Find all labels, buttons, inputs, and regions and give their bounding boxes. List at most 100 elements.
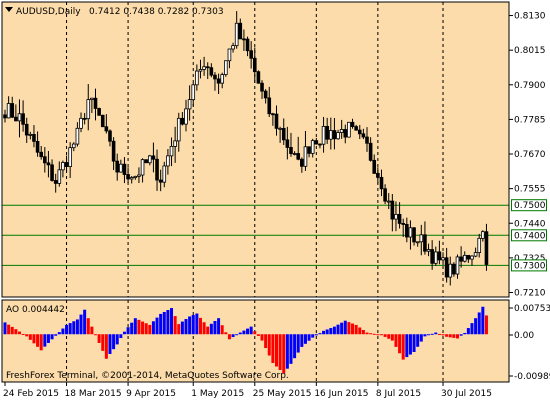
ao-bar (108, 334, 112, 354)
candle-body (43, 156, 47, 164)
candle-body (24, 123, 29, 136)
candle-body (97, 108, 101, 116)
date-tick-label: 8 Jul 2015 (376, 389, 421, 399)
ao-bar (227, 334, 231, 340)
candle-body (263, 90, 268, 99)
ao-bar (130, 322, 134, 335)
ao-bar (122, 331, 126, 335)
date-tick-label: 24 Feb 2015 (3, 389, 59, 399)
candle-body (321, 125, 326, 145)
ao-bar (448, 334, 452, 338)
candle-body (64, 162, 69, 167)
ao-bar (180, 321, 184, 335)
ao-bar (347, 322, 351, 335)
candle-body (184, 108, 188, 125)
candle-body (470, 255, 474, 260)
ao-bar (10, 326, 14, 335)
candle-body (481, 231, 485, 239)
ao-bar (231, 334, 235, 338)
level-tag-label: 0.7500 (514, 201, 546, 211)
candle-body (75, 127, 80, 145)
symbol-label: AUDUSD,Daily (16, 7, 81, 17)
ao-bar (188, 316, 192, 335)
candle-body (285, 139, 290, 148)
candle-body (437, 251, 442, 261)
ao-chart-area[interactable] (2, 300, 509, 382)
level-tag-label: 0.7400 (514, 231, 546, 241)
ao-bar (408, 334, 412, 355)
ao-bar (264, 334, 268, 349)
ao-bar (358, 327, 362, 335)
candle-body (176, 117, 181, 142)
ao-bar (75, 319, 79, 335)
ao-bar (372, 333, 376, 335)
candle-body (46, 162, 51, 166)
ao-bar (434, 332, 438, 335)
ao-bar (83, 309, 87, 335)
ao-bar (474, 318, 478, 335)
ao-bar (459, 334, 463, 336)
ao-bar (246, 328, 250, 335)
ao-bar (101, 334, 105, 351)
ao-tick-label: -0.00989 (514, 372, 550, 382)
ao-bar (423, 334, 427, 337)
ao-bar (437, 333, 441, 335)
ao-bar (329, 328, 333, 335)
candle-body (289, 147, 293, 154)
ao-bar (394, 334, 398, 347)
ohlc-label: 0.7412 0.7438 0.7282 0.7303 (89, 7, 224, 17)
ao-bar (159, 313, 163, 335)
candle-body (328, 130, 333, 140)
candle-body (423, 234, 427, 252)
ao-bar (133, 318, 137, 335)
ao-bar (28, 334, 32, 340)
ao-bar (148, 324, 152, 335)
ao-bar (61, 328, 65, 335)
ao-bar (94, 334, 97, 336)
candle-body (126, 174, 130, 180)
candle-body (169, 146, 174, 157)
ao-bar (97, 334, 101, 343)
candle-body (477, 237, 482, 253)
ao-bar (43, 334, 47, 347)
ao-bar (224, 332, 228, 335)
ao-bar (141, 321, 145, 335)
ao-bar (376, 334, 380, 336)
candle-body (405, 223, 409, 238)
ao-bar (445, 334, 449, 337)
candle-body (318, 143, 322, 146)
ao-bar (238, 332, 242, 335)
ao-bar (65, 324, 69, 335)
candle-body (383, 188, 387, 202)
candle-body (267, 97, 272, 115)
date-tick-label: 30 Jul 2015 (441, 389, 492, 399)
candle-body (205, 66, 210, 69)
candle-body (191, 84, 196, 101)
ao-bar (481, 306, 485, 335)
ao-bar (314, 334, 318, 336)
ao-bar (32, 334, 36, 344)
ao-bar (195, 313, 199, 335)
candle-body (57, 169, 62, 184)
candle-body (82, 117, 87, 120)
ao-bar (162, 311, 166, 335)
ao-bar (343, 320, 347, 335)
date-tick-label: 1 May 2015 (191, 389, 244, 399)
ao-bar (54, 334, 58, 336)
ao-bar (137, 319, 141, 335)
ao-bar (340, 322, 344, 335)
candle-body (61, 162, 65, 171)
candle-body (224, 60, 228, 75)
ao-bar (430, 333, 434, 335)
ao-bar (336, 324, 340, 335)
trading-chart[interactable]: 0.8130 0.8015 0.7900 0.7785 0.7670 0.7555 0.74… (0, 0, 550, 400)
candle-body (133, 175, 138, 178)
candle-body (466, 254, 471, 260)
ao-bar (68, 323, 72, 335)
candle-body (433, 251, 438, 264)
candle-body (332, 130, 337, 140)
candle-body (430, 249, 434, 264)
candle-body (365, 136, 369, 144)
ao-bar (419, 334, 423, 342)
price-axis: 0.8130 0.8015 0.7900 0.7785 0.7670 0.7555 0.74… (509, 12, 546, 298)
